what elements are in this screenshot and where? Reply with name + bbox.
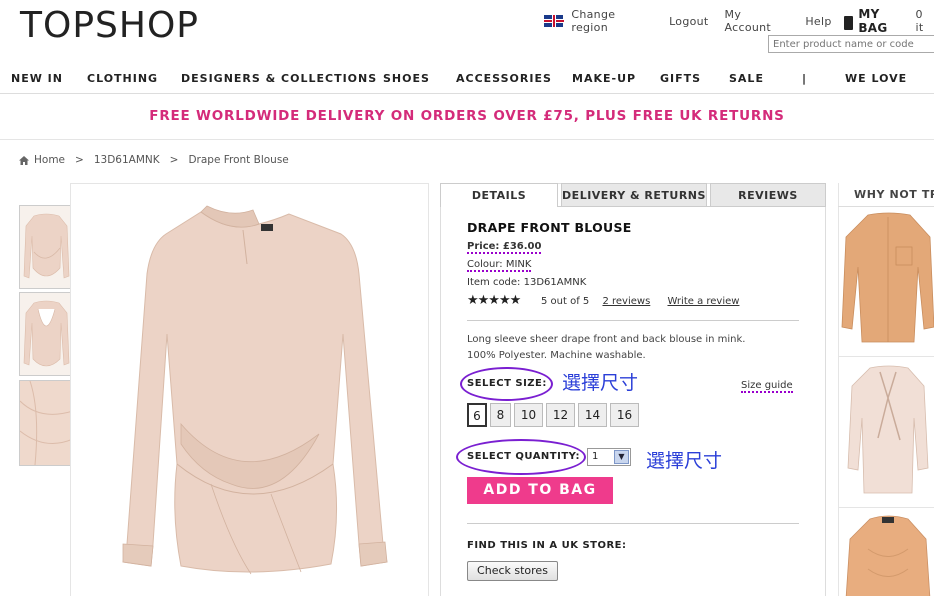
chevron-down-icon[interactable]: ▼ <box>614 450 629 464</box>
size-annotation-text: 選擇尺寸 <box>562 372 639 394</box>
product-description: Long sleeve sheer drape front and back b… <box>467 332 797 364</box>
product-item-code: Item code: 13D61AMNK <box>467 277 587 288</box>
nav-designers-collections[interactable]: DESIGNERS & COLLECTIONS <box>181 72 377 85</box>
tab-delivery-returns[interactable]: DELIVERY & RETURNS <box>561 183 707 207</box>
size-guide-link[interactable]: Size guide <box>741 380 793 393</box>
size-option-8[interactable]: 8 <box>490 403 511 427</box>
product-main-image[interactable] <box>70 183 429 596</box>
home-icon <box>19 155 29 165</box>
my-account-link[interactable]: My Account <box>725 8 790 34</box>
recommendation-item-3[interactable] <box>838 509 934 596</box>
quantity-value: 1 <box>592 451 599 462</box>
thumbnail-back[interactable] <box>19 292 74 376</box>
reviews-link[interactable]: 2 reviews <box>602 296 650 307</box>
recommendation-item-1[interactable] <box>838 207 934 357</box>
nav-make-up[interactable]: MAKE-UP <box>572 72 636 85</box>
product-colour: Colour: MINK <box>467 259 532 272</box>
my-bag-link[interactable]: MY BAG <box>858 7 911 35</box>
shopping-bag-icon <box>843 16 854 30</box>
promo-divider <box>0 139 934 140</box>
thumbnail-front[interactable] <box>19 205 74 289</box>
nav-clothing[interactable]: CLOTHING <box>87 72 158 85</box>
nav-sale[interactable]: SALE <box>729 72 764 85</box>
recommendation-image-2 <box>847 365 929 494</box>
logout-link[interactable]: Logout <box>669 15 708 28</box>
thumbnail-back-image <box>23 300 70 367</box>
size-option-10[interactable]: 10 <box>514 403 543 427</box>
size-option-6[interactable]: 6 <box>467 403 487 427</box>
utility-links: Change region Logout My Account Help MY … <box>544 7 934 35</box>
write-review-link[interactable]: Write a review <box>667 296 739 307</box>
nav-accessories[interactable]: ACCESSORIES <box>456 72 552 85</box>
breadcrumb-current: Drape Front Blouse <box>188 154 289 166</box>
nav-new-in[interactable]: NEW IN <box>11 72 63 85</box>
search-input[interactable] <box>768 35 934 53</box>
tab-reviews[interactable]: REVIEWS <box>710 183 826 207</box>
quantity-select[interactable]: 1 ▼ <box>587 448 631 466</box>
nav-divider: | <box>802 72 808 85</box>
topshop-logo[interactable]: TOPSHOP <box>20 6 199 46</box>
recommendation-item-2[interactable] <box>838 358 934 508</box>
recommendation-image-3 <box>845 515 931 596</box>
product-title: DRAPE FRONT BLOUSE <box>467 220 632 235</box>
check-stores-button[interactable]: Check stores <box>467 561 558 581</box>
nav-we-love[interactable]: WE LOVE <box>845 72 907 85</box>
description-line-2: 100% Polyester. Machine washable. <box>467 350 646 361</box>
quantity-annotation-text: 選擇尺寸 <box>646 450 723 472</box>
size-option-14[interactable]: 14 <box>578 403 607 427</box>
nav-shoes[interactable]: SHOES <box>383 72 430 85</box>
product-price: Price: £36.00 <box>467 241 542 254</box>
tab-details[interactable]: DETAILS <box>440 183 558 207</box>
breadcrumb: Home > 13D61AMNK > Drape Front Blouse <box>19 154 289 166</box>
thumbnail-detail[interactable] <box>19 380 74 466</box>
select-size-label: SELECT SIZE: <box>467 378 547 389</box>
size-option-16[interactable]: 16 <box>610 403 639 427</box>
uk-flag-icon <box>544 15 565 27</box>
breadcrumb-home[interactable]: Home <box>34 154 65 166</box>
divider <box>467 523 799 524</box>
change-region-link[interactable]: Change region <box>571 8 653 34</box>
size-option-12[interactable]: 12 <box>546 403 575 427</box>
thumbnail-front-image <box>23 213 70 279</box>
main-nav: NEW IN CLOTHING DESIGNERS & COLLECTIONS … <box>0 64 934 94</box>
promo-banner[interactable]: FREE WORLDWIDE DELIVERY ON ORDERS OVER £… <box>0 108 934 124</box>
rating-summary: 5 out of 5 2 reviews Write a review <box>541 296 739 307</box>
help-link[interactable]: Help <box>805 15 831 28</box>
description-line-1: Long sleeve sheer drape front and back b… <box>467 334 746 345</box>
recommendation-image-1 <box>841 212 934 343</box>
divider <box>467 320 799 321</box>
rating-stars: ★★★★★ <box>467 293 521 308</box>
blouse-image <box>122 205 388 575</box>
nav-gifts[interactable]: GIFTS <box>660 72 701 85</box>
breadcrumb-separator: > <box>169 154 179 166</box>
breadcrumb-code[interactable]: 13D61AMNK <box>94 154 160 166</box>
find-in-store-label: FIND THIS IN A UK STORE: <box>467 540 627 551</box>
thumbnail-detail-image <box>19 380 74 466</box>
add-to-bag-button[interactable]: ADD TO BAG <box>467 477 613 504</box>
breadcrumb-separator: > <box>75 154 84 166</box>
why-not-try-heading: WHY NOT TRY <box>838 183 934 207</box>
select-quantity-label: SELECT QUANTITY: <box>467 451 581 462</box>
bag-count: 0 it <box>915 8 924 34</box>
tab-bar: DETAILS DELIVERY & RETURNS REVIEWS <box>440 183 826 207</box>
rating-text: 5 out of 5 <box>541 296 590 307</box>
